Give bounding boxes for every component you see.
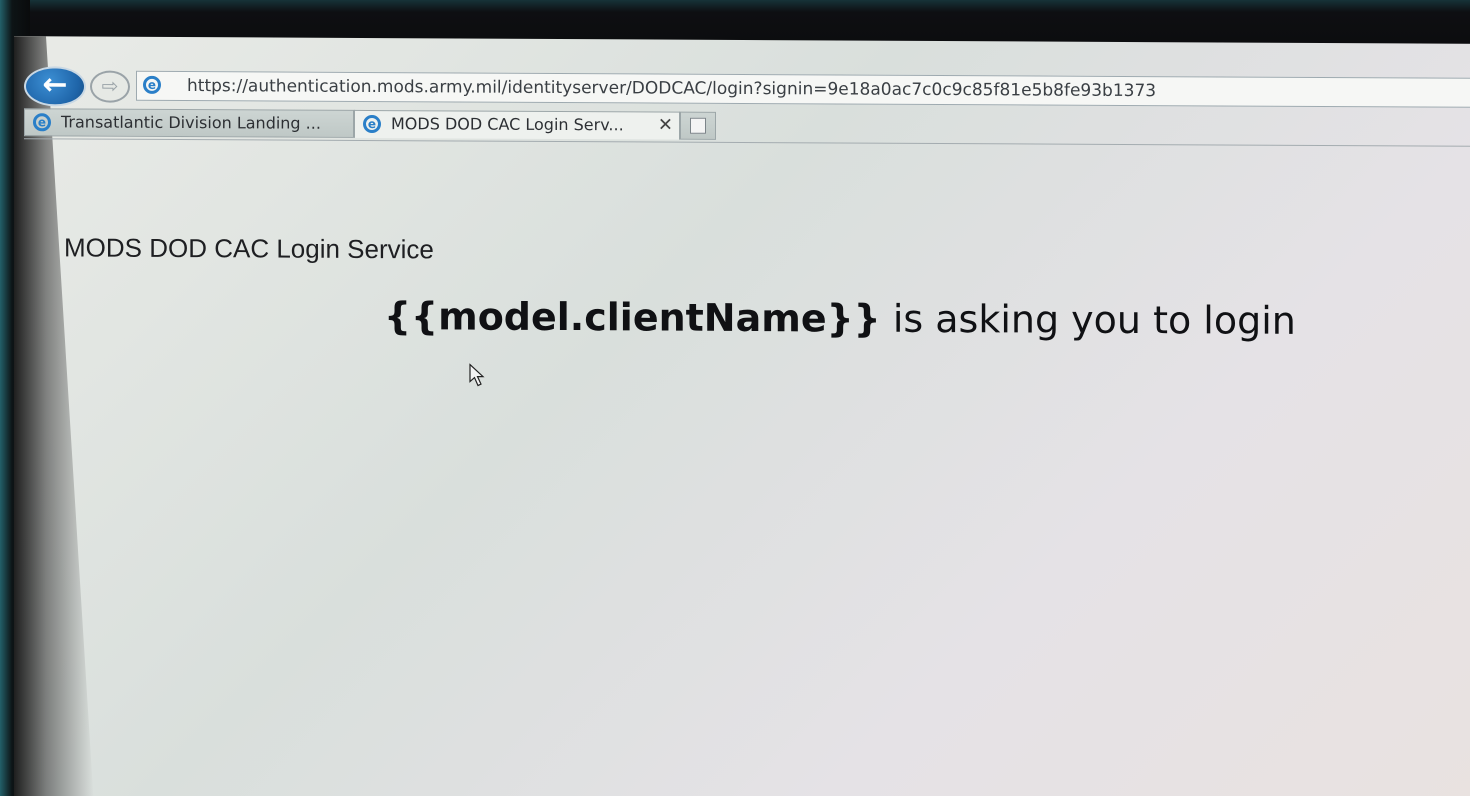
tab-strip: e Transatlantic Division Landing ... e M… <box>24 106 1470 147</box>
browser-window: ← ⇨ e https://authentication.mods.army.m… <box>14 36 1470 796</box>
tab-mods-login[interactable]: e MODS DOD CAC Login Serv... ✕ <box>354 109 680 140</box>
close-icon[interactable]: ✕ <box>658 113 673 139</box>
tab-label: Transatlantic Division Landing ... <box>61 112 321 133</box>
ie-icon: e <box>143 75 161 94</box>
client-name: {{model.clientName}} <box>384 294 881 341</box>
tab-transatlantic-division[interactable]: e Transatlantic Division Landing ... <box>24 108 354 138</box>
new-tab-icon <box>690 117 706 134</box>
page-title: MODS DOD CAC Login Service <box>64 232 434 265</box>
ie-icon: e <box>33 113 51 132</box>
url-text[interactable]: https://authentication.mods.army.mil/ide… <box>187 76 1156 101</box>
address-bar[interactable]: e https://authentication.mods.army.mil/i… <box>136 70 1470 108</box>
forward-button[interactable]: ⇨ <box>90 70 130 103</box>
login-prompt: is asking you to login <box>880 296 1296 343</box>
back-button[interactable]: ← <box>24 66 86 107</box>
tab-label: MODS DOD CAC Login Serv... <box>391 114 624 135</box>
ie-icon: e <box>363 114 381 134</box>
login-heading: {{model.clientName}} is asking you to lo… <box>384 294 1296 343</box>
new-tab-button[interactable] <box>680 111 716 140</box>
